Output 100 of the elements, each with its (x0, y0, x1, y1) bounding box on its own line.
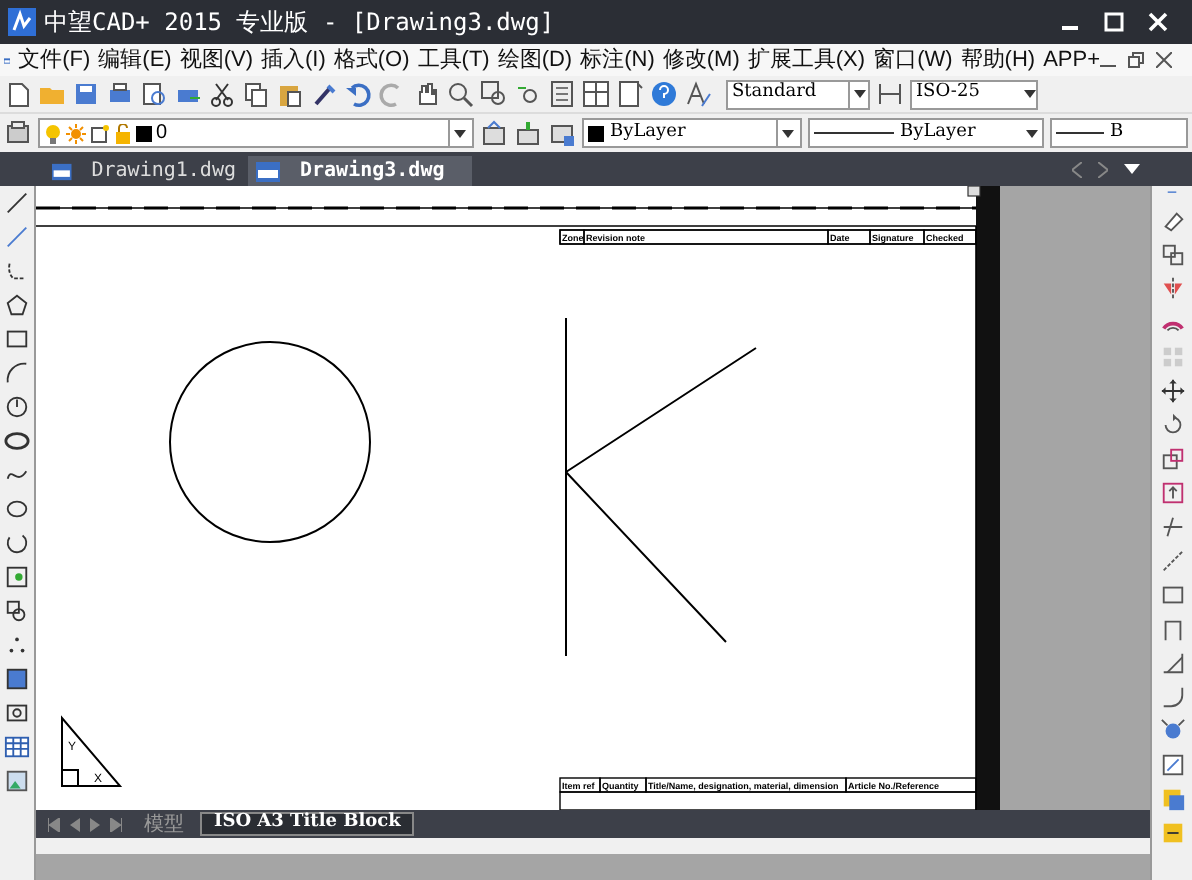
make-block-icon[interactable] (4, 598, 30, 624)
dimension-style-dropdown[interactable]: ISO-25 (910, 79, 1038, 109)
cut-icon[interactable] (208, 80, 236, 108)
text-style-dropdown[interactable]: Standard (726, 79, 870, 109)
join-icon[interactable] (1159, 616, 1185, 642)
layer-previous-icon[interactable] (480, 119, 508, 147)
hatch-icon[interactable] (4, 666, 30, 692)
fillet-icon[interactable] (1159, 684, 1185, 710)
extend-icon[interactable] (1159, 548, 1185, 574)
menu-item[interactable]: 插入(I) (261, 43, 326, 77)
last-icon[interactable] (110, 817, 122, 831)
explode-icon[interactable] (1159, 718, 1185, 744)
dimension-style-icon[interactable] (876, 80, 904, 108)
lock-icon (114, 123, 132, 143)
menu-item[interactable]: 工具(T) (417, 43, 490, 77)
restore-icon[interactable] (1128, 52, 1144, 68)
properties-icon[interactable] (548, 80, 576, 108)
ucs-icon (61, 717, 121, 787)
menu-item[interactable]: 标注(N) (580, 43, 655, 77)
break-icon[interactable] (1159, 582, 1185, 608)
close-icon[interactable] (1156, 52, 1172, 68)
arc-icon[interactable] (4, 360, 30, 386)
menu-item[interactable]: 扩展工具(X) (747, 43, 866, 77)
menu-item[interactable]: 格式(O) (333, 43, 410, 77)
line-icon[interactable] (4, 190, 30, 216)
window-title: 中望CAD+ 2015 专业版 - [Drawing3.dwg] (44, 6, 555, 40)
paste-icon[interactable] (276, 80, 304, 108)
layer-states-icon[interactable] (1159, 786, 1185, 812)
layout-tab[interactable]: ISO A3 Title Block (200, 812, 415, 836)
rectangle-icon[interactable] (4, 326, 30, 352)
layer-manager-icon[interactable] (4, 119, 32, 147)
zoom-icon[interactable] (446, 80, 474, 108)
match-properties-icon[interactable] (1159, 820, 1185, 846)
rotate-icon[interactable] (1159, 412, 1185, 438)
new-icon[interactable] (4, 80, 32, 108)
caret-icon (1026, 129, 1038, 137)
edit-text-icon[interactable] (1159, 752, 1185, 778)
layer-state-icon[interactable] (514, 119, 542, 147)
chamfer-icon[interactable] (1159, 650, 1185, 676)
polygon-icon[interactable] (4, 292, 30, 318)
menu-item[interactable]: APP+ (1043, 43, 1100, 77)
scroll-right-icon[interactable] (1098, 161, 1108, 177)
circle-icon[interactable] (4, 394, 30, 420)
layer-color-swatch (136, 125, 152, 141)
menu-item[interactable]: 绘图(D) (497, 43, 573, 77)
stretch-icon[interactable] (1159, 480, 1185, 506)
maximize-icon[interactable] (1104, 12, 1124, 32)
copy-object-icon[interactable] (1159, 242, 1185, 268)
linetype-dropdown[interactable]: ByLayer (808, 118, 1044, 148)
caret-icon (453, 129, 465, 137)
caret-icon (1024, 90, 1036, 98)
eraser-icon[interactable] (1159, 208, 1185, 234)
lineweight-dropdown[interactable]: B (1050, 118, 1188, 148)
help-icon[interactable] (650, 80, 678, 108)
copy-icon[interactable] (242, 80, 270, 108)
next-icon[interactable] (90, 817, 100, 831)
ellipse-icon[interactable] (4, 496, 30, 522)
color-swatch (588, 125, 604, 141)
image-icon[interactable] (4, 768, 30, 794)
menu-item[interactable]: 编辑(E) (98, 43, 172, 77)
layer-isolate-icon[interactable] (548, 119, 576, 147)
menu-item[interactable]: 文件(F) (18, 43, 91, 77)
scale-icon[interactable] (1159, 446, 1185, 472)
point-icon[interactable] (4, 632, 30, 658)
trim-icon[interactable] (1159, 514, 1185, 540)
ray-icon[interactable] (4, 224, 30, 250)
scroll-left-icon[interactable] (1072, 161, 1082, 177)
drawing-file-icon (256, 161, 280, 181)
brush-icon[interactable] (310, 80, 338, 108)
table-icon[interactable] (4, 734, 30, 760)
previous-icon[interactable] (70, 817, 80, 831)
drawing-file-icon (52, 161, 72, 181)
first-icon[interactable] (48, 817, 60, 831)
mirror-icon[interactable] (1159, 276, 1185, 302)
print-preview-icon[interactable] (140, 80, 168, 108)
undo-icon[interactable] (344, 80, 372, 108)
document-tab[interactable]: Drawing3.dwg (248, 156, 472, 186)
ellipse-arc-icon[interactable] (4, 530, 30, 556)
menu-item[interactable]: 帮助(H) (960, 43, 1036, 77)
printer-icon[interactable] (106, 80, 134, 108)
menu-item[interactable]: 修改(M) (662, 43, 740, 77)
bulb-icon (44, 123, 62, 143)
menu-item[interactable]: 窗口(W) (873, 43, 953, 77)
color-dropdown[interactable]: ByLayer (582, 118, 802, 148)
insert-block-icon[interactable] (4, 564, 30, 590)
layer-dropdown[interactable]: 0 (38, 118, 474, 148)
line-sample (1056, 132, 1104, 134)
tool-palette-icon[interactable] (616, 80, 644, 108)
save-icon[interactable] (72, 80, 100, 108)
region-icon[interactable] (4, 700, 30, 726)
layer-name: 0 (156, 120, 170, 148)
text-style-icon[interactable] (684, 80, 712, 108)
layout-tab[interactable]: 模型 (132, 812, 196, 836)
zoom-window-icon[interactable] (480, 80, 508, 108)
menu-item[interactable]: 视图(V) (179, 43, 253, 77)
app-logo-icon (8, 8, 36, 36)
caret-icon[interactable] (1124, 164, 1140, 174)
design-center-icon[interactable] (582, 80, 610, 108)
move-icon[interactable] (1159, 378, 1185, 404)
revision-cloud-icon[interactable] (4, 428, 30, 454)
